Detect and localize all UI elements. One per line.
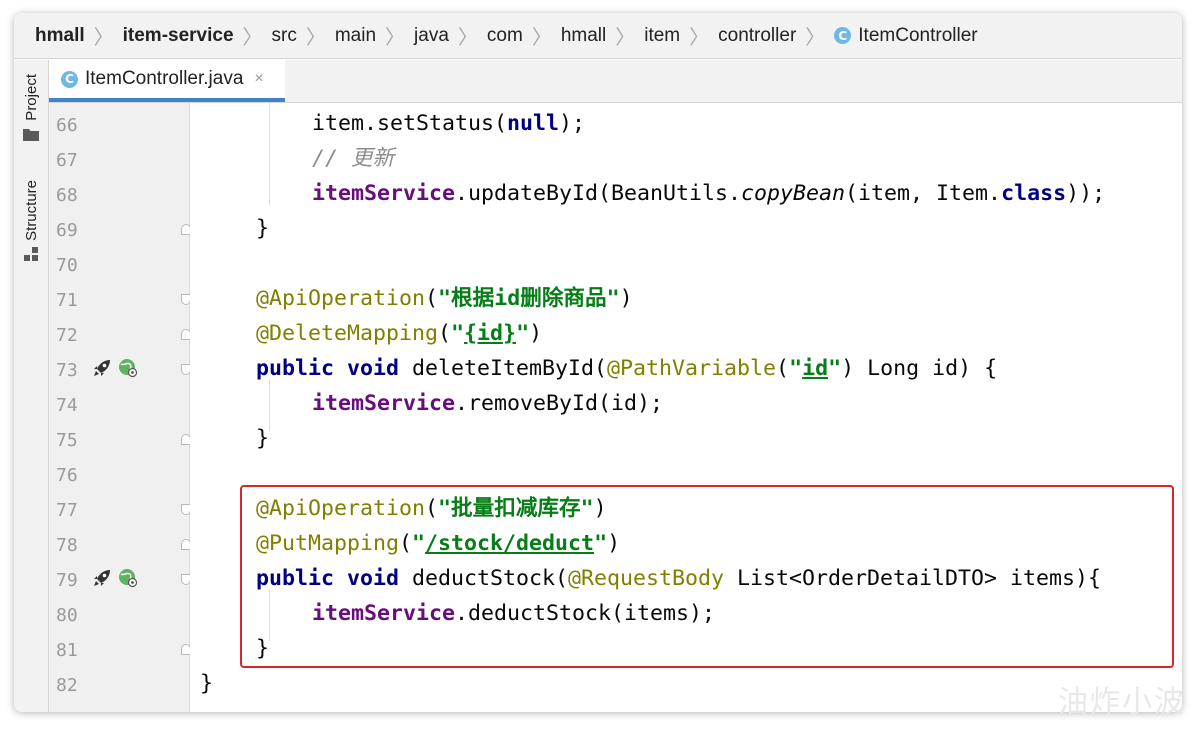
code-line-73: public void deleteItemById(@PathVariable… (256, 356, 998, 381)
code-line-72: @DeleteMapping("{id}") (256, 321, 543, 346)
line-number: 68 (56, 185, 78, 206)
code-line-66: item.setStatus(null); (312, 111, 586, 136)
line-number: 77 (56, 500, 78, 521)
line-number: 80 (56, 605, 78, 626)
code-line-82: } (200, 671, 214, 696)
close-icon[interactable]: × (254, 70, 263, 88)
chevron-right-icon: 〉 (689, 27, 710, 49)
chevron-right-icon: 〉 (242, 27, 263, 49)
line-number: 72 (56, 325, 78, 346)
line-number: 73 (56, 360, 78, 381)
code-line-74: itemService.removeById(id); (312, 391, 664, 416)
breadcrumb-item-class[interactable]: C ItemController (834, 25, 978, 47)
editor-tab-bar: C ItemController.java × (49, 60, 1182, 103)
breadcrumb-item[interactable]: com (487, 25, 523, 47)
line-number: 69 (56, 220, 78, 241)
breadcrumb-item[interactable]: item-service (123, 25, 234, 47)
line-number: 78 (56, 535, 78, 556)
breadcrumb: hmall 〉 item-service 〉 src 〉 main 〉 java… (14, 13, 1182, 59)
line-number: 76 (56, 465, 78, 486)
web-endpoint-icon[interactable] (118, 358, 138, 378)
project-label: Project (22, 74, 40, 121)
breadcrumb-item[interactable]: java (414, 25, 449, 47)
indent-guide (269, 379, 270, 431)
line-number: 71 (56, 290, 78, 311)
line-number: 75 (56, 430, 78, 451)
highlight-box (240, 485, 1174, 668)
code-line-67: // 更新 (312, 146, 395, 171)
watermark: 油炸小波 (1058, 685, 1186, 720)
chevron-right-icon: 〉 (457, 27, 478, 49)
indent-guide (269, 103, 270, 205)
breadcrumb-item[interactable]: hmall (561, 25, 606, 47)
line-number: 74 (56, 395, 78, 416)
line-number: 66 (56, 115, 78, 136)
breadcrumb-item[interactable]: hmall (35, 25, 85, 47)
structure-label: Structure (22, 180, 40, 241)
breadcrumb-item[interactable]: src (272, 25, 297, 47)
line-number: 70 (56, 255, 78, 276)
breadcrumb-item[interactable]: item (644, 25, 680, 47)
class-icon: C (834, 27, 852, 44)
tool-window-strip: Project Structure (14, 60, 49, 712)
chevron-right-icon: 〉 (531, 27, 552, 49)
chevron-right-icon: 〉 (805, 27, 826, 49)
line-number: 81 (56, 640, 78, 661)
chevron-right-icon: 〉 (615, 27, 636, 49)
breadcrumb-item[interactable]: controller (718, 25, 796, 47)
chevron-right-icon: 〉 (305, 27, 326, 49)
tab-label: ItemController.java (85, 68, 244, 89)
structure-tool-button[interactable]: Structure (14, 180, 48, 261)
folder-icon (23, 128, 39, 141)
chevron-right-icon: 〉 (385, 27, 406, 49)
rocket-run-icon[interactable] (92, 358, 112, 378)
code-line-69: } (256, 216, 270, 241)
breadcrumb-item[interactable]: main (335, 25, 376, 47)
class-icon: C (61, 70, 78, 88)
code-line-68: itemService.updateById(BeanUtils.copyBea… (312, 181, 1106, 206)
rocket-run-icon[interactable] (92, 568, 112, 588)
code-line-71: @ApiOperation("根据id删除商品") (256, 286, 633, 311)
line-number: 67 (56, 150, 78, 171)
line-number: 79 (56, 570, 78, 591)
chevron-right-icon: 〉 (93, 27, 114, 49)
web-endpoint-icon[interactable] (118, 568, 138, 588)
tab-item-controller[interactable]: C ItemController.java × (49, 60, 285, 102)
code-line-75: } (256, 426, 270, 451)
line-number: 82 (56, 675, 78, 696)
project-tool-button[interactable]: Project (14, 74, 48, 141)
structure-icon (24, 246, 38, 261)
